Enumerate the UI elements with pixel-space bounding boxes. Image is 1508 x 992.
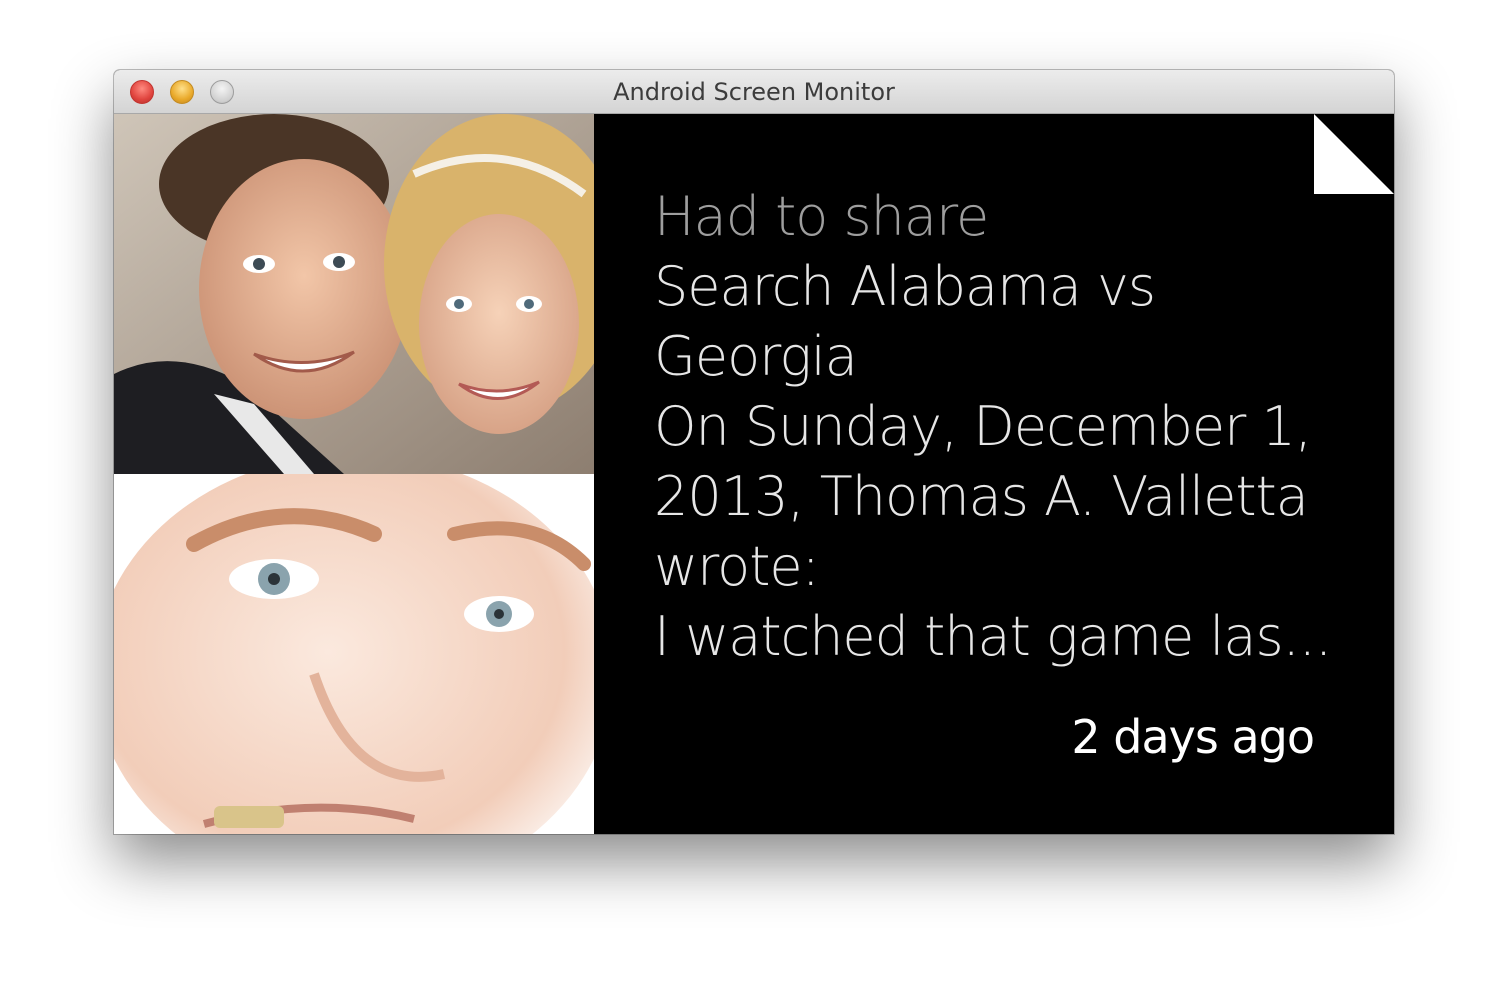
glass-card[interactable]: Had to share Search Alabama vs Georgia O… (594, 114, 1394, 834)
card-heading: Had to share (654, 185, 989, 248)
card-line: Georgia (654, 325, 858, 388)
card-line: I watched that game las... (654, 605, 1332, 668)
screen-content: Had to share Search Alabama vs Georgia O… (114, 114, 1394, 834)
title-bar[interactable]: Android Screen Monitor (114, 70, 1394, 114)
card-line: 2013, Thomas A. Valletta (654, 465, 1309, 528)
photo-face-closeup (114, 474, 594, 834)
photo-couple (114, 114, 594, 474)
card-message: Had to share Search Alabama vs Georgia O… (654, 182, 1334, 672)
card-line: Search Alabama vs (654, 255, 1156, 318)
window-title: Android Screen Monitor (613, 78, 895, 106)
app-window: Android Screen Monitor Had to share Sear… (114, 70, 1394, 834)
card-line: On Sunday, December 1, (654, 395, 1312, 458)
card-line: wrote: (654, 535, 820, 598)
card-timestamp: 2 days ago (1071, 710, 1315, 764)
